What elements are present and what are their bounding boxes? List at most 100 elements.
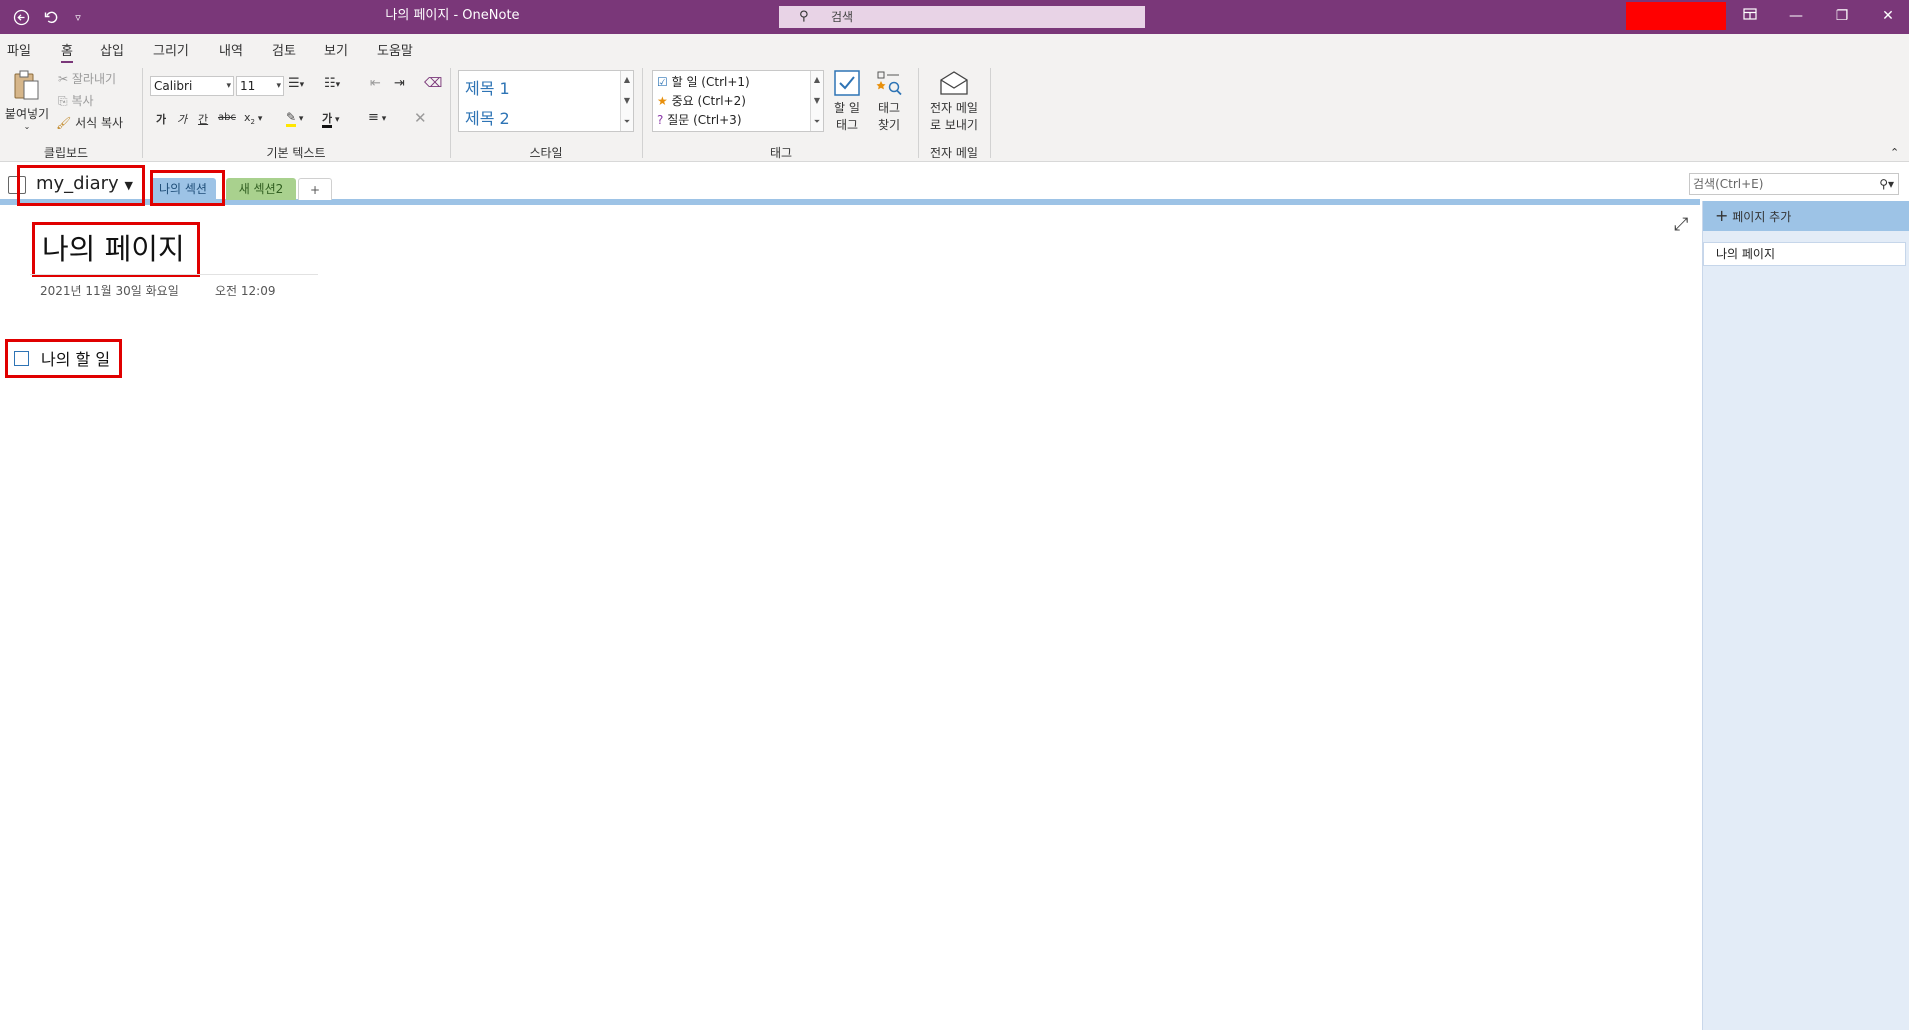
collapse-ribbon-icon[interactable]: ⌃ xyxy=(1890,146,1899,159)
page-list-item[interactable]: 나의 페이지 xyxy=(1703,242,1906,266)
find-tags-label: 태그 xyxy=(877,101,901,115)
chevron-down-icon: ⌄ xyxy=(23,122,31,131)
page-search-placeholder: 검색(Ctrl+E) xyxy=(1693,177,1764,191)
tags-gallery[interactable]: ☑ 할 일 (Ctrl+1) ★ 중요 (Ctrl+2) ? 질문 (Ctrl+… xyxy=(652,70,824,132)
tag-todo[interactable]: ☑ 할 일 (Ctrl+1) xyxy=(657,73,750,90)
scroll-up-icon[interactable]: ▲ xyxy=(621,71,633,88)
scissors-icon: ✂ xyxy=(58,72,69,86)
numbering-button[interactable]: ☷▾ xyxy=(324,76,340,91)
strikethrough-button[interactable]: abc xyxy=(218,112,236,123)
font-color-button[interactable]: 가 ▾ xyxy=(322,110,340,128)
tab-review[interactable]: 검토 xyxy=(272,40,296,59)
tab-file[interactable]: 파일 xyxy=(7,40,31,59)
indent-icon: ⇥ xyxy=(394,76,405,91)
scroll-up-icon[interactable]: ▲ xyxy=(811,71,823,88)
highlight-button[interactable]: ✎ ▾ xyxy=(286,110,303,127)
tab-history[interactable]: 내역 xyxy=(219,40,243,59)
todo-tag-icon xyxy=(834,70,860,96)
ribbon: 붙여넣기 ⌄ ✂ 잘라내기 ⎘ 복사 🖌 서식 복사 클립보드 Calibri … xyxy=(0,64,1909,162)
underline-button[interactable]: 간 xyxy=(198,111,208,127)
format-painter-label: 서식 복사 xyxy=(75,116,124,130)
clipboard-group-label: 클립보드 xyxy=(43,146,89,160)
account-area[interactable] xyxy=(1626,2,1726,30)
style-heading1[interactable]: 제목 1 xyxy=(465,75,510,99)
search-icon[interactable]: ⚲▾ xyxy=(1879,174,1894,194)
page-date: 2021년 11월 30일 화요일 xyxy=(40,284,179,298)
tab-insert[interactable]: 삽입 xyxy=(100,40,124,59)
title-bar: ▿ 나의 페이지 - OneNote ⚲ 검색 — ❐ ✕ xyxy=(0,0,1909,34)
chevron-down-icon: ▾ xyxy=(276,81,281,91)
email-page-button[interactable]: 전자 메일 로 보내기 xyxy=(924,70,984,133)
chevron-down-icon: ▾ xyxy=(226,81,231,91)
clear-formatting-button[interactable]: ⌫ xyxy=(424,76,442,91)
question-icon: ? xyxy=(657,113,664,127)
styles-group-label: 스타일 xyxy=(529,146,563,160)
gallery-more-icon[interactable]: ⏷ xyxy=(811,113,823,130)
clear-format-icon: ⌫ xyxy=(424,76,443,91)
increase-indent-button[interactable]: ⇥ xyxy=(394,76,405,91)
paste-label: 붙여넣기 xyxy=(4,107,50,121)
highlight-notebook xyxy=(17,165,145,206)
font-name-combo[interactable]: Calibri ▾ xyxy=(150,76,234,96)
styles-gallery-scroll[interactable]: ▲ ▼ ⏷ xyxy=(620,71,633,131)
styles-gallery[interactable]: 제목 1 제목 2 ▲ ▼ ⏷ xyxy=(458,70,634,132)
italic-button[interactable]: 가 xyxy=(177,111,187,127)
tag-important[interactable]: ★ 중요 (Ctrl+2) xyxy=(657,92,746,109)
tags-group-label: 태그 xyxy=(769,146,793,160)
scroll-down-icon[interactable]: ▼ xyxy=(811,92,823,109)
scroll-down-icon[interactable]: ▼ xyxy=(621,92,633,109)
section-tab-new-section2[interactable]: 새 섹션2 xyxy=(226,178,296,200)
font-name-value: Calibri xyxy=(154,79,193,93)
restore-icon[interactable]: ❐ xyxy=(1819,0,1865,34)
cut-label: 잘라내기 xyxy=(71,72,117,86)
bold-button[interactable]: 가 xyxy=(156,111,166,127)
tab-view[interactable]: 보기 xyxy=(324,40,348,59)
search-icon: ⚲ xyxy=(799,9,809,24)
copy-button[interactable]: ⎘ 복사 xyxy=(58,92,94,109)
chevron-down-icon: ▾ xyxy=(299,80,305,90)
copy-icon: ⎘ xyxy=(58,94,68,108)
tag-todo-label: 할 일 (Ctrl+1) xyxy=(671,75,750,89)
align-button[interactable]: ≡ ▾ xyxy=(368,110,386,125)
star-icon: ★ xyxy=(657,94,668,108)
format-painter-button[interactable]: 🖌 서식 복사 xyxy=(56,114,123,131)
numbered-list-icon: ☷ xyxy=(324,76,336,91)
add-section-tab[interactable]: + xyxy=(298,178,332,200)
tab-home[interactable]: 홈 xyxy=(61,40,73,63)
find-tags-button[interactable]: 태그 찾기 xyxy=(872,70,906,133)
gallery-more-icon[interactable]: ⏷ xyxy=(621,113,633,130)
checkbox-icon: ☑ xyxy=(657,75,668,89)
add-page-button[interactable]: + 페이지 추가 xyxy=(1703,201,1909,231)
email-group-label: 전자 메일 xyxy=(930,146,978,160)
ribbon-display-options-icon[interactable] xyxy=(1727,0,1773,34)
style-heading2[interactable]: 제목 2 xyxy=(465,105,510,129)
minimize-icon[interactable]: — xyxy=(1773,0,1819,34)
expand-icon[interactable]: ⤢ xyxy=(1674,214,1688,235)
tag-question[interactable]: ? 질문 (Ctrl+3) xyxy=(657,111,742,128)
decrease-indent-button[interactable]: ⇤ xyxy=(370,76,381,91)
cut-button[interactable]: ✂ 잘라내기 xyxy=(58,70,116,87)
chevron-down-icon: ▾ xyxy=(378,114,387,124)
copy-label: 복사 xyxy=(71,94,94,108)
envelope-icon xyxy=(940,71,968,95)
delete-button[interactable]: ✕ xyxy=(414,109,427,127)
paste-icon xyxy=(14,70,39,100)
bullets-button[interactable]: ☰▾ xyxy=(288,76,304,91)
todo-tag-button[interactable]: 할 일 태그 xyxy=(830,70,864,133)
tab-draw[interactable]: 그리기 xyxy=(153,40,189,59)
plus-icon: + xyxy=(1715,206,1729,225)
title-search-box[interactable]: ⚲ 검색 xyxy=(779,6,1145,28)
subscript-button[interactable]: x2 ▾ xyxy=(244,111,262,126)
tab-help[interactable]: 도움말 xyxy=(377,40,413,59)
pages-pane: + 페이지 추가 나의 페이지 xyxy=(1702,201,1909,1030)
chevron-down-icon: ▾ xyxy=(332,115,340,125)
paste-button[interactable]: 붙여넣기 ⌄ xyxy=(2,70,52,131)
font-color-glyph: 가 xyxy=(322,112,333,128)
font-size-combo[interactable]: 11 ▾ xyxy=(236,76,284,96)
title-search-placeholder: 검색 xyxy=(831,10,854,24)
page-search-input[interactable]: 검색(Ctrl+E) ⚲▾ xyxy=(1689,173,1899,195)
add-page-label: 페이지 추가 xyxy=(1732,210,1792,224)
tags-gallery-scroll[interactable]: ▲ ▼ ⏷ xyxy=(810,71,823,131)
outdent-icon: ⇤ xyxy=(370,76,381,91)
close-icon[interactable]: ✕ xyxy=(1865,0,1909,34)
